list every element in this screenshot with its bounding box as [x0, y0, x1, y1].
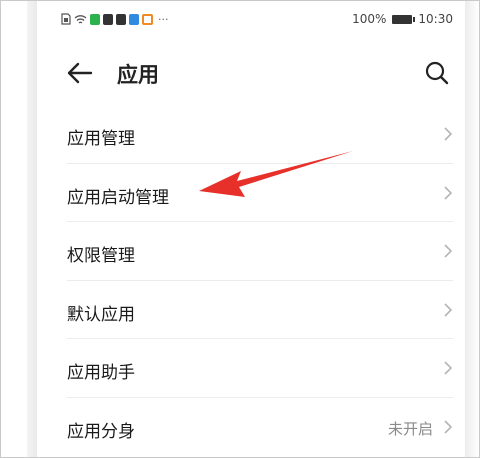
app-icon-dark: [103, 13, 113, 25]
more-notifications: ···: [158, 12, 169, 26]
chevron-right-icon: [444, 127, 453, 141]
chevron-right-icon: [444, 244, 453, 258]
chevron-right-icon: [444, 361, 453, 375]
menu-item-label: 应用管理: [67, 129, 135, 149]
menu-item-label: 应用启动管理: [67, 187, 169, 208]
settings-list: 应用管理 应用启动管理 权限管理 默认应用 应用助手 应用分身 未开启: [37, 105, 465, 456]
right-edge: [465, 1, 479, 457]
menu-item-app-management[interactable]: 应用管理: [37, 105, 465, 164]
app-icon-green: [90, 13, 100, 25]
notification-icons: ···: [61, 13, 169, 25]
menu-item-label: 应用分身: [67, 421, 135, 442]
left-edge-shadow: [27, 1, 37, 457]
back-button[interactable]: [65, 59, 95, 87]
chevron-right-icon: [444, 185, 453, 200]
app-icon-dark: [116, 13, 126, 25]
menu-item-label: 应用助手: [67, 363, 135, 383]
page-title: 应用: [117, 63, 159, 87]
menu-item-default-apps[interactable]: 默认应用: [37, 281, 465, 339]
chevron-right-icon: [444, 302, 453, 317]
clock: 10:30: [418, 12, 453, 26]
app-icon-blue: [129, 13, 139, 25]
menu-item-permission-management[interactable]: 权限管理: [37, 222, 465, 281]
battery-percent: 100%: [352, 12, 387, 26]
status-right: 100% 10:30: [352, 12, 453, 26]
battery-icon: [392, 14, 416, 24]
menu-item-app-twin[interactable]: 应用分身 未开启: [37, 398, 465, 457]
sim-icon: [61, 13, 71, 25]
search-icon: [425, 61, 449, 85]
menu-item-app-assistant[interactable]: 应用助手: [37, 339, 465, 398]
app-icon-orange: [142, 13, 153, 25]
menu-item-label: 权限管理: [67, 246, 135, 266]
menu-item-app-launch-management[interactable]: 应用启动管理: [37, 164, 465, 222]
screenshot-frame: ··· 100% 10:30 应用 应用管理 应用启动管理 权限管理 默认应用 …: [0, 0, 480, 458]
phone-screen: ··· 100% 10:30 应用 应用管理 应用启动管理 权限管理 默认应用 …: [37, 1, 465, 457]
menu-item-status: 未开启: [387, 419, 433, 438]
search-button[interactable]: [423, 59, 451, 87]
menu-item-label: 默认应用: [67, 304, 135, 325]
title-bar: 应用: [37, 49, 465, 97]
arrow-left-icon: [67, 62, 93, 84]
status-bar: ··· 100% 10:30: [37, 1, 465, 37]
wifi-icon: [74, 14, 87, 24]
chevron-right-icon: [444, 419, 453, 434]
